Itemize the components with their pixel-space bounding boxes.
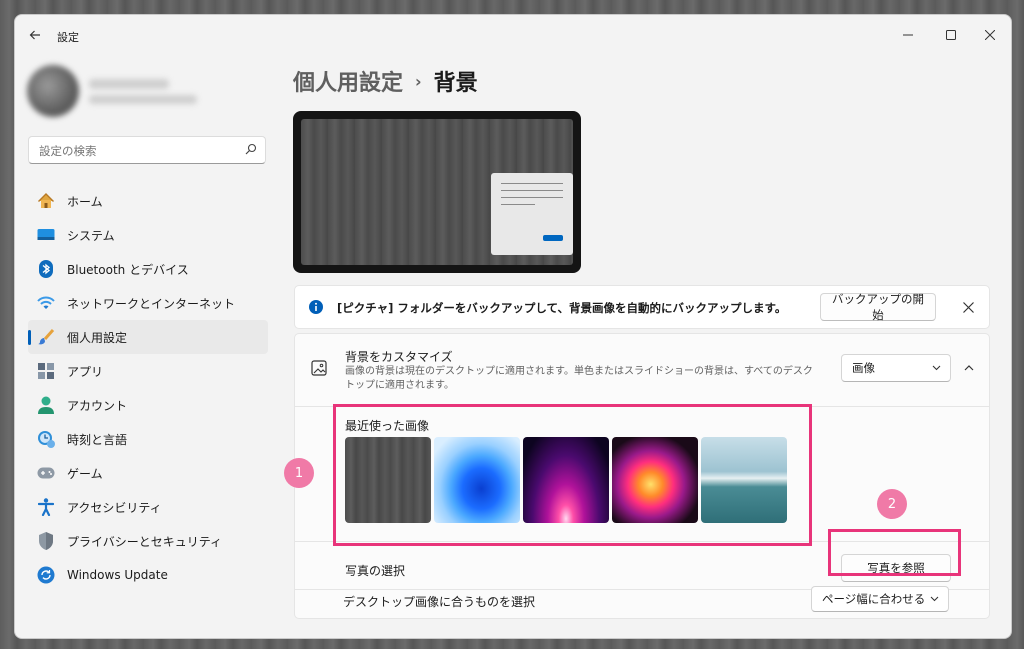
close-icon	[962, 301, 974, 313]
settings-window: 設定 ホーム システム	[14, 14, 1012, 639]
arrow-left-icon	[29, 30, 40, 40]
maximize-icon	[946, 30, 956, 40]
banner-close-button[interactable]	[957, 296, 979, 318]
search-box[interactable]	[28, 136, 266, 164]
highlight-browse-button	[828, 529, 961, 576]
sidebar-item-system[interactable]: システム	[28, 218, 268, 252]
banner-text: [ピクチャ] フォルダーをバックアップして、背景画像を自動的にバックアップします…	[337, 301, 787, 315]
breadcrumb-separator: ›	[415, 71, 422, 91]
profile-name-blurred	[89, 79, 169, 89]
close-button[interactable]	[971, 21, 1009, 49]
avatar	[27, 65, 79, 117]
account-icon	[36, 395, 56, 415]
image-icon	[311, 360, 327, 376]
preview-wallpaper	[301, 119, 573, 265]
sidebar-item-accounts[interactable]: アカウント	[28, 388, 268, 422]
sidebar-item-personalization[interactable]: 個人用設定	[28, 320, 268, 354]
sidebar-item-home[interactable]: ホーム	[28, 184, 268, 218]
chevron-down-icon	[930, 596, 939, 602]
app-title: 設定	[57, 31, 79, 44]
sidebar-item-network[interactable]: ネットワークとインターネット	[28, 286, 268, 320]
apps-icon	[36, 361, 56, 381]
desktop-preview	[293, 111, 581, 273]
maximize-button[interactable]	[932, 21, 970, 49]
backup-banner: [ピクチャ] フォルダーをバックアップして、背景画像を自動的にバックアップします…	[294, 285, 990, 329]
annotation-badge-1: 1	[284, 458, 314, 488]
breadcrumb: 個人用設定 › 背景	[293, 65, 478, 97]
system-icon	[36, 225, 56, 245]
close-icon	[985, 30, 995, 40]
search-icon	[245, 143, 257, 155]
highlight-recent-images	[333, 404, 812, 546]
background-type-dropdown[interactable]: 画像	[841, 354, 951, 382]
sidebar-item-time-language[interactable]: 時刻と言語	[28, 422, 268, 456]
info-icon	[309, 300, 323, 314]
sidebar-item-gaming[interactable]: ゲーム	[28, 456, 268, 490]
update-icon	[36, 565, 56, 585]
customize-header[interactable]: 背景をカスタマイズ 画像の背景は現在のデスクトップに適用されます。単色またはスラ…	[295, 334, 989, 407]
title-bar: 設定	[15, 15, 1011, 55]
fit-label: デスクトップ画像に合うものを選択	[343, 595, 536, 609]
bluetooth-icon	[36, 259, 56, 279]
customize-description: 画像の背景は現在のデスクトップに適用されます。単色またはスライドショーの背景は、…	[345, 366, 813, 391]
sidebar-item-accessibility[interactable]: アクセシビリティ	[28, 490, 268, 524]
start-backup-button[interactable]: バックアップの開始	[820, 292, 936, 322]
brush-icon	[36, 327, 56, 347]
minimize-icon	[903, 34, 913, 36]
choose-photo-label: 写真の選択	[345, 564, 406, 578]
back-button[interactable]	[24, 24, 46, 46]
home-icon	[36, 191, 56, 211]
sidebar-item-apps[interactable]: アプリ	[28, 354, 268, 388]
preview-window	[491, 173, 573, 255]
game-icon	[36, 463, 56, 483]
chevron-down-icon	[932, 365, 941, 371]
shield-icon	[36, 531, 56, 551]
page-title: 背景	[433, 71, 478, 96]
breadcrumb-parent[interactable]: 個人用設定	[293, 65, 403, 97]
time-language-icon	[36, 429, 56, 449]
sidebar-nav: ホーム システム Bluetooth とデバイス ネットワークとインターネット …	[28, 184, 268, 592]
accessibility-icon	[36, 497, 56, 517]
sidebar-item-windows-update[interactable]: Windows Update	[28, 558, 268, 592]
annotation-badge-2: 2	[877, 489, 907, 519]
chevron-up-icon	[964, 365, 974, 371]
sidebar-item-privacy[interactable]: プライバシーとセキュリティ	[28, 524, 268, 558]
search-input[interactable]	[37, 141, 241, 161]
user-profile[interactable]	[27, 65, 197, 117]
wifi-icon	[36, 293, 56, 313]
sidebar-item-bluetooth[interactable]: Bluetooth とデバイス	[28, 252, 268, 286]
collapse-button[interactable]	[957, 356, 981, 380]
customize-title: 背景をカスタマイズ	[345, 350, 453, 364]
minimize-button[interactable]	[889, 21, 927, 49]
fit-dropdown[interactable]: ページ幅に合わせる	[811, 586, 949, 612]
profile-email-blurred	[89, 95, 197, 104]
